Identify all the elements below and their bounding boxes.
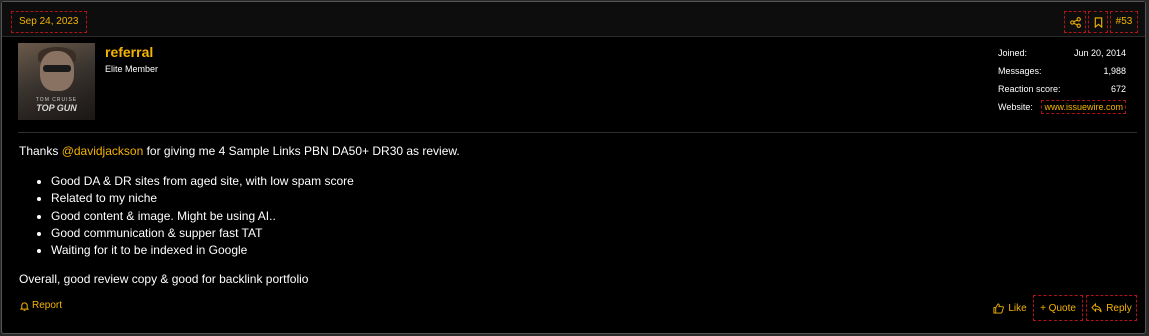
share-button[interactable] xyxy=(1064,11,1086,33)
stat-label: Reaction score: xyxy=(998,84,1061,94)
list-item: Good content & image. Might be using AI.… xyxy=(51,208,1125,225)
post-date[interactable]: Sep 24, 2023 xyxy=(11,11,87,33)
stat-value: 1,988 xyxy=(1103,66,1126,76)
report-label: Report xyxy=(32,300,63,311)
list-item: Good communication & supper fast TAT xyxy=(51,225,1125,242)
stat-joined: Joined: Jun 20, 2014 xyxy=(998,46,1126,64)
reply-icon xyxy=(1091,303,1102,313)
stat-label: Website: xyxy=(998,102,1033,112)
post-body: Thanks @davidjackson for giving me 4 Sam… xyxy=(19,143,1125,288)
post-header: Sep 24, 2023 #53 xyxy=(2,2,1145,37)
share-icon xyxy=(1069,17,1081,28)
reply-button[interactable]: Reply xyxy=(1086,295,1137,321)
report-link[interactable]: Report xyxy=(20,300,62,311)
stat-value: Jun 20, 2014 xyxy=(1073,48,1126,58)
post-intro: Thanks @davidjackson for giving me 4 Sam… xyxy=(19,143,1125,160)
avatar[interactable]: TOM CRUISE TOP GUN xyxy=(18,43,95,120)
list-item: Good DA & DR sites from aged site, with … xyxy=(51,173,1125,190)
list-item: Waiting for it to be indexed in Google xyxy=(51,242,1125,259)
stat-label: Messages: xyxy=(998,66,1042,76)
user-title: Elite Member xyxy=(105,64,159,74)
quote-button[interactable]: + Quote xyxy=(1033,295,1083,321)
intro-text: for giving me 4 Sample Links PBN DA50+ D… xyxy=(143,144,460,158)
avatar-sunglasses xyxy=(43,65,71,72)
stat-website: Website: www.issuewire.com xyxy=(998,100,1126,118)
user-stats: Joined: Jun 20, 2014 Messages: 1,988 Rea… xyxy=(998,46,1126,118)
stat-value: 672 xyxy=(1110,84,1126,94)
stat-label: Joined: xyxy=(998,48,1028,58)
like-label: Like xyxy=(1008,302,1027,314)
intro-text: Thanks xyxy=(19,144,62,158)
forum-post: Sep 24, 2023 #53 TOM CRUISE TOP GUN refe… xyxy=(1,1,1146,334)
list-item: Related to my niche xyxy=(51,190,1125,207)
stat-reaction-score: Reaction score: 672 xyxy=(998,82,1126,100)
review-list: Good DA & DR sites from aged site, with … xyxy=(19,173,1125,259)
bookmark-icon xyxy=(1094,17,1102,28)
reply-label: Reply xyxy=(1106,302,1132,314)
avatar-logo-text: TOP GUN xyxy=(36,103,77,113)
like-button[interactable]: Like xyxy=(990,295,1030,321)
quote-label: + Quote xyxy=(1040,302,1076,314)
username[interactable]: referral xyxy=(105,44,153,60)
bookmark-button[interactable] xyxy=(1088,11,1108,33)
user-mention-link[interactable]: @davidjackson xyxy=(62,144,144,158)
website-link[interactable]: www.issuewire.com xyxy=(1041,100,1126,114)
post-conclusion: Overall, good review copy & good for bac… xyxy=(19,272,309,287)
bell-icon xyxy=(20,301,29,311)
divider xyxy=(18,132,1137,133)
post-number-link[interactable]: #53 xyxy=(1110,11,1138,33)
thumbs-up-icon xyxy=(993,302,1005,314)
stat-messages: Messages: 1,988 xyxy=(998,64,1126,82)
